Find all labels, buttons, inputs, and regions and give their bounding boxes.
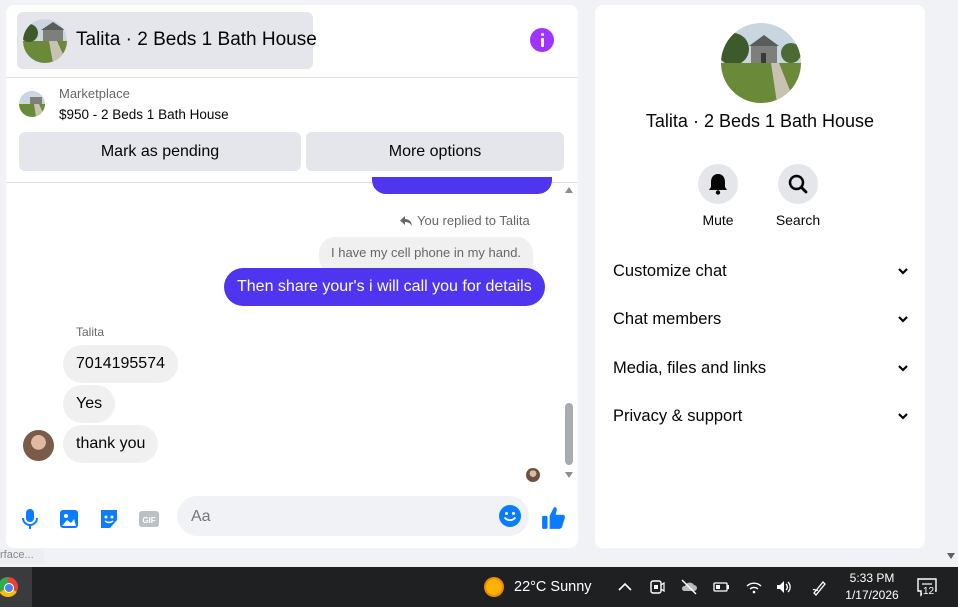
image-icon[interactable] <box>57 507 81 531</box>
outgoing-message[interactable]: Then share your's i will call you for de… <box>224 268 545 306</box>
pen-ink-icon[interactable] <box>811 578 829 596</box>
listing-price-title[interactable]: $950 - 2 Beds 1 Bath House <box>59 107 229 122</box>
section-label: Privacy & support <box>613 406 743 425</box>
chevron-up-icon[interactable] <box>616 578 634 596</box>
section-media-files-links[interactable]: Media, files and links <box>613 353 909 383</box>
section-chat-members[interactable]: Chat members <box>613 304 909 334</box>
gif-icon[interactable]: GIF <box>137 507 161 531</box>
conversation-title-button[interactable]: Talita · 2 Beds 1 Bath House <box>17 12 317 69</box>
sunny-weather-icon[interactable] <box>484 577 504 597</box>
sticker-icon[interactable] <box>97 507 121 531</box>
notification-count-badge: 12 <box>922 586 936 597</box>
mark-as-pending-button[interactable]: Mark as pending <box>19 132 301 171</box>
message-list: You replied to Talita I have my cell pho… <box>6 177 562 485</box>
window-scrollbar[interactable] <box>944 0 958 567</box>
section-customize-chat[interactable]: Customize chat <box>613 256 909 286</box>
search-icon[interactable] <box>778 164 818 204</box>
marketplace-label: Marketplace <box>59 86 130 101</box>
clock-date: 1/17/2026 <box>845 588 899 602</box>
status-bar-hint: rface... <box>0 549 44 564</box>
meet-now-icon[interactable] <box>648 578 666 596</box>
message-composer: GIF <box>6 493 578 548</box>
section-label: Chat members <box>613 309 722 328</box>
section-label: Customize chat <box>613 261 727 280</box>
chrome-taskbar-button[interactable] <box>0 567 32 607</box>
message-input-box[interactable] <box>177 496 529 538</box>
chrome-icon <box>0 577 18 597</box>
more-options-button[interactable]: More options <box>306 132 564 171</box>
volume-icon[interactable] <box>775 578 793 596</box>
scrollbar-thumb[interactable] <box>565 403 573 465</box>
sender-name: Talita <box>76 325 105 339</box>
info-panel-title: Talita · 2 Beds 1 Bath House <box>645 111 875 131</box>
chevron-down-icon <box>898 413 908 420</box>
microphone-icon[interactable] <box>18 507 42 531</box>
message-input[interactable] <box>189 496 493 538</box>
listing-profile-image[interactable] <box>721 23 801 103</box>
battery-icon[interactable] <box>712 578 730 596</box>
search-action[interactable]: Search <box>768 164 828 228</box>
section-privacy-support[interactable]: Privacy & support <box>613 401 909 431</box>
taskbar: 22°C Sunny 5:33 PM 1/17/2026 12 <box>0 567 958 607</box>
sender-avatar[interactable] <box>23 430 54 461</box>
reply-indicator-text: You replied to Talita <box>417 213 530 228</box>
reply-indicator: You replied to Talita <box>400 213 530 228</box>
chevron-down-icon <box>898 268 908 275</box>
svg-text:GIF: GIF <box>142 516 155 525</box>
scroll-down-arrow-icon[interactable] <box>565 472 573 478</box>
conversation-info-icon[interactable] <box>530 28 554 52</box>
scroll-down-arrow-icon[interactable] <box>947 553 955 559</box>
listing-thumbnail[interactable] <box>19 91 45 117</box>
like-thumbs-up-icon[interactable] <box>541 505 567 531</box>
section-label: Media, files and links <box>613 358 767 377</box>
weather-text[interactable]: 22°C Sunny <box>514 579 592 595</box>
chevron-down-icon <box>898 316 908 323</box>
wifi-icon[interactable] <box>745 578 763 596</box>
incoming-message[interactable]: thank you <box>63 425 159 463</box>
taskbar-clock[interactable]: 5:33 PM 1/17/2026 <box>838 570 906 604</box>
conversation-title: Talita · 2 Beds 1 Bath House <box>76 29 317 50</box>
bell-icon[interactable] <box>698 164 738 204</box>
chevron-down-icon <box>898 365 908 372</box>
marketplace-bar: Marketplace $950 - 2 Beds 1 Bath House M… <box>6 78 578 183</box>
clock-time: 5:33 PM <box>849 571 895 585</box>
search-label: Search <box>775 212 821 228</box>
chat-header: Talita · 2 Beds 1 Bath House <box>6 5 578 78</box>
scroll-up-arrow-icon[interactable] <box>565 187 573 193</box>
reply-icon <box>400 215 412 226</box>
message-scrollbar[interactable] <box>562 185 576 483</box>
listing-avatar <box>23 19 67 63</box>
incoming-message[interactable]: 7014195574 <box>63 345 178 383</box>
outgoing-message-partial[interactable] <box>372 177 552 194</box>
incoming-message[interactable]: Yes <box>63 385 116 423</box>
chat-panel: Talita · 2 Beds 1 Bath House Marketplace… <box>6 5 578 548</box>
conversation-info-panel: Talita · 2 Beds 1 Bath House Mute Search… <box>595 5 925 548</box>
cloud-offline-icon[interactable] <box>680 578 698 596</box>
emoji-icon[interactable] <box>498 504 522 528</box>
seen-receipt-avatar <box>526 468 540 482</box>
mute-label: Mute <box>702 212 734 228</box>
mute-action[interactable]: Mute <box>688 164 748 228</box>
